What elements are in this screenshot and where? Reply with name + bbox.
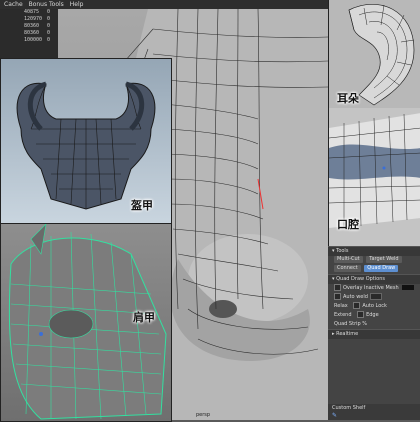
realtime-section-header[interactable]: ▸ Realtime xyxy=(328,329,420,339)
modeling-toolkit-panel: ▾ Tools Multi-Cut Target Weld Connect Qu… xyxy=(328,246,420,420)
stat-row: 80360 0 xyxy=(24,23,51,29)
mouth-caption: 口腔 xyxy=(337,218,359,231)
overlay-label: Overlay Inactive Mesh xyxy=(343,285,399,291)
stat-row: 80360 0 xyxy=(24,30,51,36)
custom-shelf: Custom Shelf ✎ xyxy=(328,404,420,420)
helmet-panel: 盔甲 xyxy=(0,58,172,225)
target-weld-button[interactable]: Target Weld xyxy=(366,256,402,263)
ear-caption: 耳朵 xyxy=(337,92,359,105)
shoulder-caption: 肩甲 xyxy=(133,311,155,324)
helmet-caption: 盔甲 xyxy=(131,199,153,212)
stat-row: 120970 0 xyxy=(24,16,51,22)
custom-shelf-label: Custom Shelf xyxy=(332,405,366,411)
auto-weld-label: Auto weld xyxy=(343,294,368,300)
quad-draw-options-header[interactable]: ▾ Quad Draw Options xyxy=(328,274,420,284)
extend-label: Extend xyxy=(334,312,352,318)
mouth-panel: 口腔 xyxy=(328,108,420,246)
relax-label: Relax xyxy=(334,303,348,309)
edge-label: Edge xyxy=(366,312,379,318)
viewport-camera-label: persp xyxy=(195,412,211,418)
auto-weld-field[interactable] xyxy=(369,293,382,300)
quad-strip-row[interactable]: Quad Strip % xyxy=(328,320,420,329)
auto-lock-label: Auto Lock xyxy=(362,303,387,309)
stat-row: 40875 0 xyxy=(24,9,51,15)
menu-item-help[interactable]: Help xyxy=(70,1,84,8)
tools-section-header[interactable]: ▾ Tools xyxy=(328,246,420,256)
overlay-color-swatch[interactable] xyxy=(401,285,414,290)
multicut-button[interactable]: Multi-Cut xyxy=(334,256,363,263)
brush-icon[interactable]: ✎ xyxy=(328,412,420,420)
poly-count-stats: 40875 0 120970 0 80360 0 80360 0 100000 0 xyxy=(0,9,58,61)
quad-draw-button[interactable]: Quad Draw xyxy=(364,265,399,272)
edge-checkbox[interactable] xyxy=(357,311,365,318)
stat-row: 100000 0 xyxy=(24,37,51,43)
overlay-checkbox[interactable] xyxy=(334,284,341,291)
ear-panel: 耳朵 xyxy=(328,0,420,108)
shoulder-panel: 肩甲 xyxy=(0,223,172,422)
menu-item-bonus-tools[interactable]: Bonus Tools xyxy=(29,1,64,8)
auto-lock-checkbox[interactable] xyxy=(353,302,361,309)
auto-weld-checkbox[interactable] xyxy=(334,293,341,300)
menu-item-cache[interactable]: Cache xyxy=(4,1,23,8)
connect-button[interactable]: Connect xyxy=(334,265,361,272)
